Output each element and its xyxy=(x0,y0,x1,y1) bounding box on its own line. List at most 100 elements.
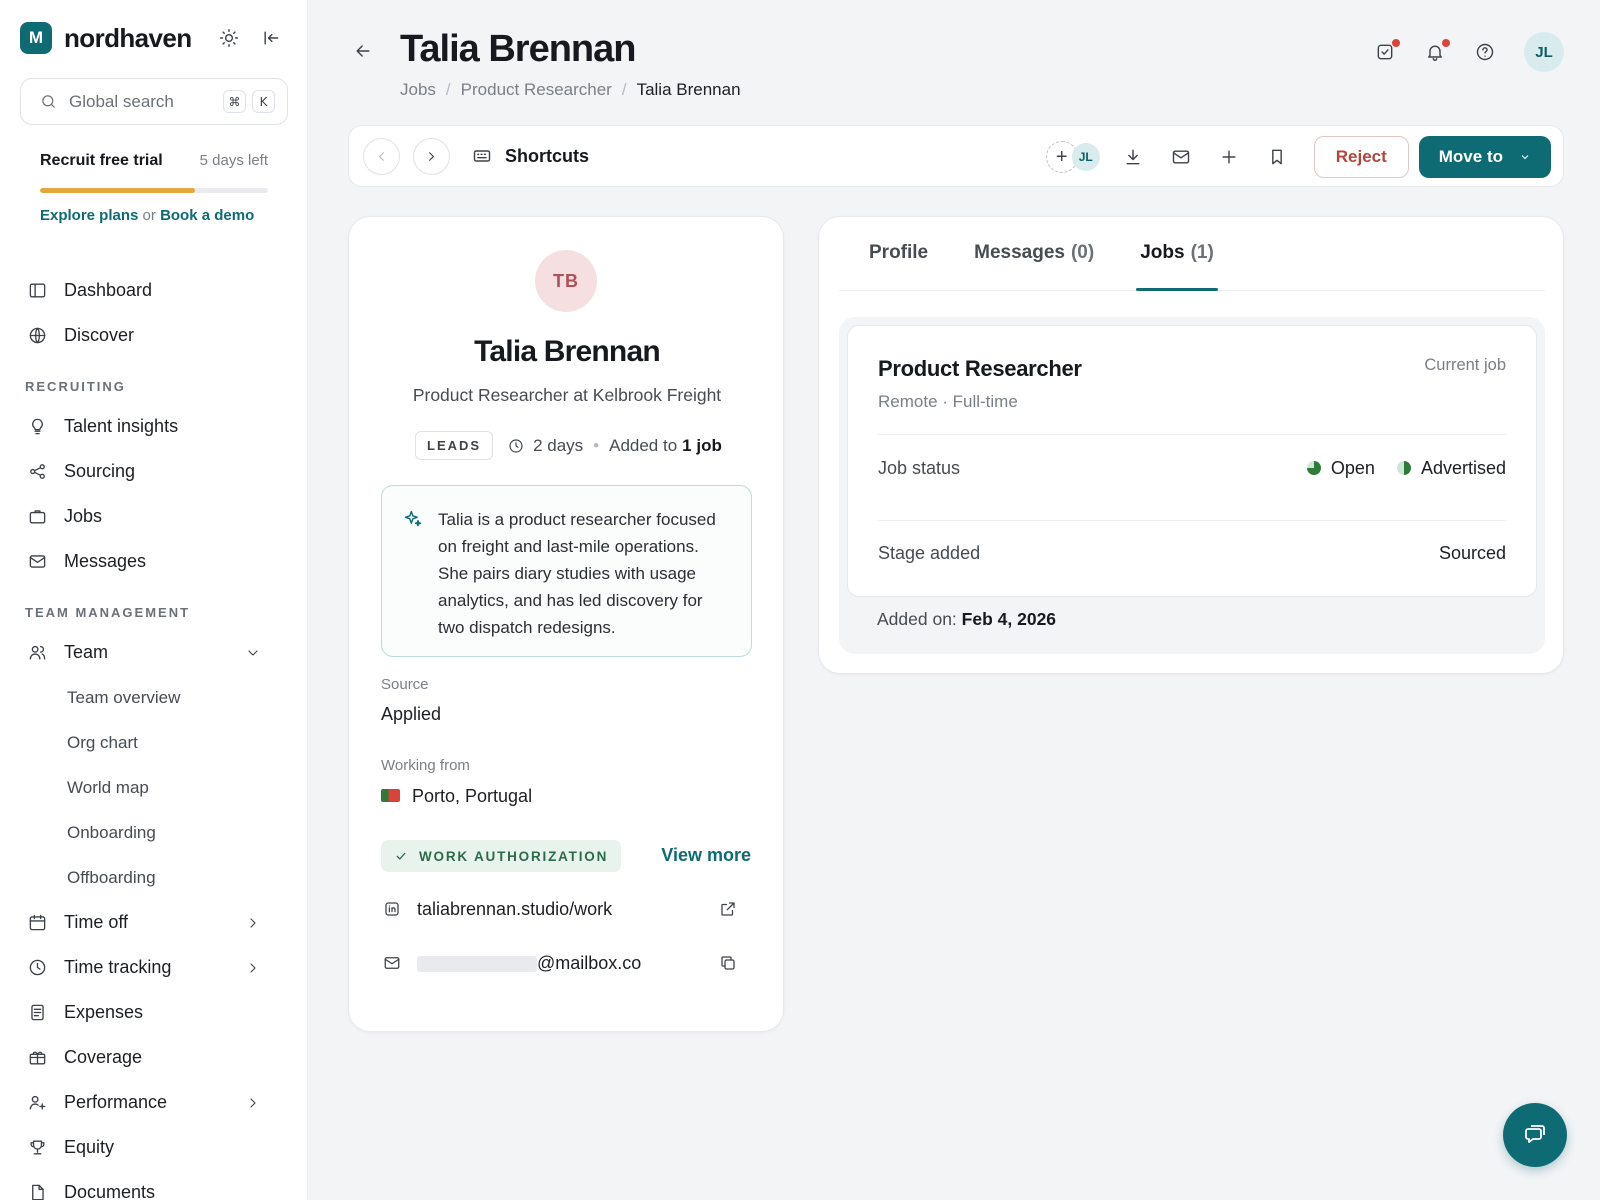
brand-name: nordhaven xyxy=(64,22,192,53)
tab-jobs[interactable]: Jobs (1) xyxy=(1136,216,1218,291)
book-demo-link[interactable]: Book a demo xyxy=(160,207,254,224)
notification-dot xyxy=(1392,39,1400,47)
nav-item-talent-insights[interactable]: Talent insights xyxy=(0,404,308,449)
trial-panel: Recruit free trial 5 days left Explore p… xyxy=(40,152,268,224)
nav-sub-world-map[interactable]: World map xyxy=(0,765,308,810)
check-icon xyxy=(396,852,406,860)
explore-plans-link[interactable]: Explore plans xyxy=(40,207,138,224)
plus-icon[interactable] xyxy=(1218,146,1240,168)
nav-sub-team-overview[interactable]: Team overview xyxy=(0,675,308,720)
nav-sub-org-chart[interactable]: Org chart xyxy=(0,720,308,765)
chat-support-button[interactable] xyxy=(1503,1103,1567,1167)
chat-icon xyxy=(1525,1125,1545,1143)
reject-button[interactable]: Reject xyxy=(1313,136,1409,178)
share-nodes-icon xyxy=(26,461,48,483)
nav-label: Discover xyxy=(64,325,135,345)
copy-icon[interactable] xyxy=(717,952,739,974)
nav-label: Dashboard xyxy=(64,280,153,300)
back-arrow-icon[interactable] xyxy=(352,40,374,62)
nav-item-performance[interactable]: Performance xyxy=(0,1080,308,1125)
nav-sub-offboarding[interactable]: Offboarding xyxy=(0,855,308,900)
shortcuts-button[interactable]: Shortcuts xyxy=(471,145,589,167)
nav-label: Time off xyxy=(64,912,129,932)
added-on-label: Added on: xyxy=(877,609,957,629)
global-search[interactable]: Global search ⌘ K xyxy=(20,78,288,125)
trial-progress-fill xyxy=(40,188,196,193)
email-domain: @mailbox.co xyxy=(537,952,642,973)
auth-badge-label: WORK AUTHORIZATION xyxy=(419,848,609,864)
tab-profile[interactable]: Profile xyxy=(865,216,932,290)
nav-label: Sourcing xyxy=(64,461,136,481)
keyboard-icon xyxy=(471,145,493,167)
nav-item-sourcing[interactable]: Sourcing xyxy=(0,449,308,494)
nav-item-messages[interactable]: Messages xyxy=(0,539,308,584)
mail-icon[interactable] xyxy=(1170,146,1192,168)
kbd-k: K xyxy=(252,90,275,113)
job-status-label: Job status xyxy=(878,457,961,478)
nav-label: Documents xyxy=(64,1182,156,1200)
lightbulb-icon xyxy=(26,416,48,438)
nav-item-time-off[interactable]: Time off xyxy=(0,900,308,945)
nav-item-jobs[interactable]: Jobs xyxy=(0,494,308,539)
nav-item-coverage[interactable]: Coverage xyxy=(0,1035,308,1080)
email-address[interactable]: @mailbox.co xyxy=(417,953,717,974)
bookmark-icon[interactable] xyxy=(1266,146,1288,168)
help-icon[interactable] xyxy=(1474,41,1496,63)
task-check-icon[interactable] xyxy=(1374,39,1400,63)
move-to-button[interactable]: Move to xyxy=(1418,136,1551,178)
external-link-icon[interactable] xyxy=(717,898,739,920)
stage-added-label: Stage added xyxy=(878,542,981,563)
breadcrumb-jobs[interactable]: Jobs xyxy=(400,80,436,100)
chevron-down-icon xyxy=(242,642,264,664)
mail-icon xyxy=(26,551,48,573)
work-authorization-badge: WORK AUTHORIZATION xyxy=(381,840,622,872)
view-more-link[interactable]: View more xyxy=(661,845,751,866)
prev-candidate-button[interactable] xyxy=(363,138,400,175)
added-to-count[interactable]: 1 job xyxy=(682,436,722,456)
candidate-headline: Product Researcher at Kelbrook Freight xyxy=(412,385,722,405)
bell-icon[interactable] xyxy=(1424,39,1450,63)
sun-icon[interactable] xyxy=(218,27,240,49)
meta-separator: • xyxy=(593,435,600,455)
nav-sub-onboarding[interactable]: Onboarding xyxy=(0,810,308,855)
nav-item-discover[interactable]: Discover xyxy=(0,313,308,358)
nav-item-documents[interactable]: Documents xyxy=(0,1170,308,1200)
nav-label: Expenses xyxy=(64,1002,144,1022)
added-to-prefix: Added to xyxy=(609,435,678,455)
assignee-picker[interactable]: + JL xyxy=(1045,141,1100,173)
trial-links: Explore plans or Book a demo xyxy=(40,207,268,224)
job-card[interactable]: Product Researcher Current job Remote · … xyxy=(847,325,1537,597)
nav-item-expenses[interactable]: Expenses xyxy=(0,990,308,1035)
divider xyxy=(878,520,1506,521)
candidate-meta: LEADS 2 days • Added to 1 job xyxy=(415,431,722,460)
receipt-icon xyxy=(26,1002,48,1024)
header-actions: JL xyxy=(1374,32,1564,72)
kbd-cmd: ⌘ xyxy=(223,90,246,113)
nav-label: Equity xyxy=(64,1137,115,1157)
chevron-down-icon xyxy=(1521,155,1529,160)
next-candidate-button[interactable] xyxy=(413,138,450,175)
download-icon[interactable] xyxy=(1122,146,1144,168)
user-avatar[interactable]: JL xyxy=(1524,32,1564,72)
nav-item-time-tracking[interactable]: Time tracking xyxy=(0,945,308,990)
breadcrumb-job[interactable]: Product Researcher xyxy=(461,80,612,100)
file-icon xyxy=(26,1182,48,1200)
added-on-date: Feb 4, 2026 xyxy=(961,609,1057,629)
source-label: Source xyxy=(381,676,429,693)
job-title[interactable]: Product Researcher xyxy=(878,356,1082,382)
working-from-label: Working from xyxy=(381,757,470,774)
toolbar-actions: + JL Reject Move to xyxy=(1045,136,1551,178)
search-input[interactable]: Global search xyxy=(69,92,217,112)
nav-item-team[interactable]: Team xyxy=(0,630,308,675)
collapse-sidebar-icon[interactable] xyxy=(260,27,282,49)
nav-item-dashboard[interactable]: Dashboard xyxy=(0,268,308,313)
candidate-profile-card: TB Talia Brennan Product Researcher at K… xyxy=(348,216,784,1032)
job-type: Remote · Full-time xyxy=(878,392,1018,411)
website-link[interactable]: taliabrennan.studio/work xyxy=(417,899,717,920)
tab-messages[interactable]: Messages (0) xyxy=(970,216,1098,290)
stage-added-value: Sourced xyxy=(1438,542,1506,563)
trial-days-left: 5 days left xyxy=(199,152,268,169)
chevron-left-icon xyxy=(379,152,384,161)
nav-item-equity[interactable]: Equity xyxy=(0,1125,308,1170)
brand[interactable]: M nordhaven xyxy=(20,22,192,54)
